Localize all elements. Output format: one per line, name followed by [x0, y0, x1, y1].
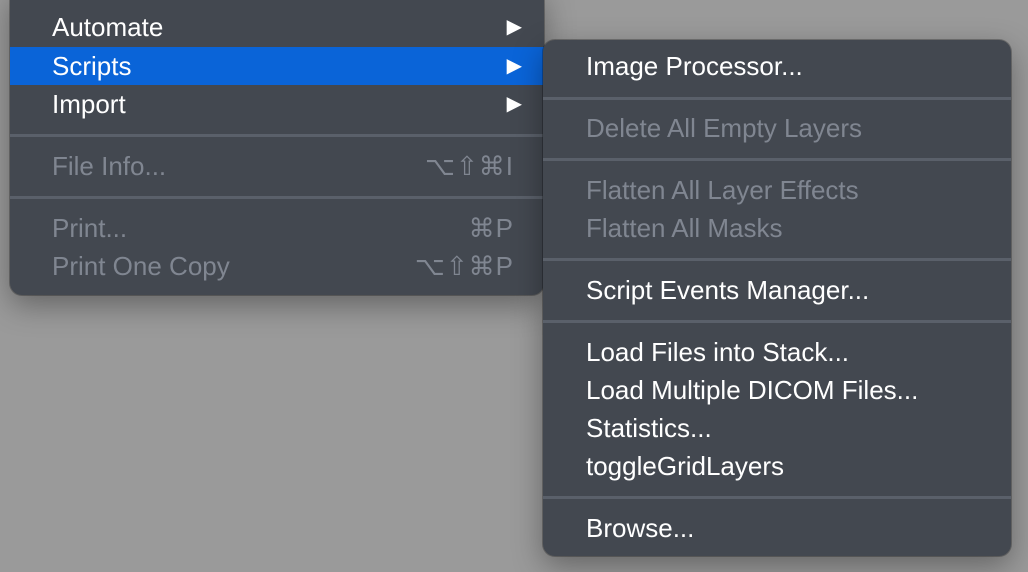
menu-separator [543, 496, 1011, 499]
submenu-item-load-files-into-stack[interactable]: Load Files into Stack... [543, 333, 1011, 371]
menu-item-label: toggleGridLayers [586, 451, 784, 481]
menu-separator [10, 134, 544, 137]
keyboard-shortcut: ⌘P [468, 213, 514, 243]
menu-item-label: Delete All Empty Layers [586, 113, 863, 143]
menu-item-label: Load Multiple DICOM Files... [586, 375, 919, 405]
submenu-item-image-processor[interactable]: Image Processor... [543, 47, 1011, 85]
menu-item-label: Print... [52, 213, 128, 243]
menu-separator [543, 258, 1011, 261]
menu-item-print[interactable]: Print... ⌘P [10, 209, 544, 247]
menu-item-label: Import [52, 89, 126, 119]
submenu-arrow-icon: ▶ [506, 55, 522, 77]
menu-item-label: Flatten All Layer Effects [586, 175, 859, 205]
menu-item-label: Flatten All Masks [586, 213, 783, 243]
menu-item-label: Load Files into Stack... [586, 337, 850, 367]
submenu-item-load-multiple-dicom-files[interactable]: Load Multiple DICOM Files... [543, 371, 1011, 409]
menu-item-label: Image Processor... [586, 51, 803, 81]
menu-item-scripts[interactable]: Scripts ▶ [10, 47, 544, 85]
menu-item-label: Print One Copy [52, 251, 230, 281]
menu-item-label: Browse... [586, 513, 695, 543]
scripts-submenu: Image Processor... Delete All Empty Laye… [543, 40, 1011, 556]
menu-item-import[interactable]: Import ▶ [10, 85, 544, 123]
menu-separator [543, 320, 1011, 323]
menu-separator [543, 158, 1011, 161]
submenu-arrow-icon: ▶ [506, 93, 522, 115]
submenu-item-statistics[interactable]: Statistics... [543, 409, 1011, 447]
menu-item-file-info[interactable]: File Info... ⌥⇧⌘I [10, 147, 544, 185]
menu-item-label: Script Events Manager... [586, 275, 870, 305]
menu-item-label: File Info... [52, 151, 167, 181]
keyboard-shortcut: ⌥⇧⌘P [414, 251, 514, 281]
keyboard-shortcut: ⌥⇧⌘I [425, 151, 514, 181]
submenu-item-flatten-all-layer-effects[interactable]: Flatten All Layer Effects [543, 171, 1011, 209]
submenu-item-script-events-manager[interactable]: Script Events Manager... [543, 271, 1011, 309]
menu-separator [543, 97, 1011, 100]
menu-item-label: Scripts [52, 51, 132, 81]
submenu-item-togglegridlayers[interactable]: toggleGridLayers [543, 447, 1011, 485]
submenu-item-delete-all-empty-layers[interactable]: Delete All Empty Layers [543, 109, 1011, 147]
menu-item-label: Automate [52, 12, 164, 42]
menu-item-print-one-copy[interactable]: Print One Copy ⌥⇧⌘P [10, 247, 544, 285]
submenu-item-flatten-all-masks[interactable]: Flatten All Masks [543, 209, 1011, 247]
menu-separator [10, 196, 544, 199]
menu-item-label: Statistics... [586, 413, 712, 443]
menu-item-automate[interactable]: Automate ▶ [10, 8, 544, 46]
submenu-item-browse[interactable]: Browse... [543, 509, 1011, 547]
main-menu: Automate ▶ Scripts ▶ Import ▶ File Info.… [10, 0, 544, 295]
submenu-arrow-icon: ▶ [506, 16, 522, 38]
